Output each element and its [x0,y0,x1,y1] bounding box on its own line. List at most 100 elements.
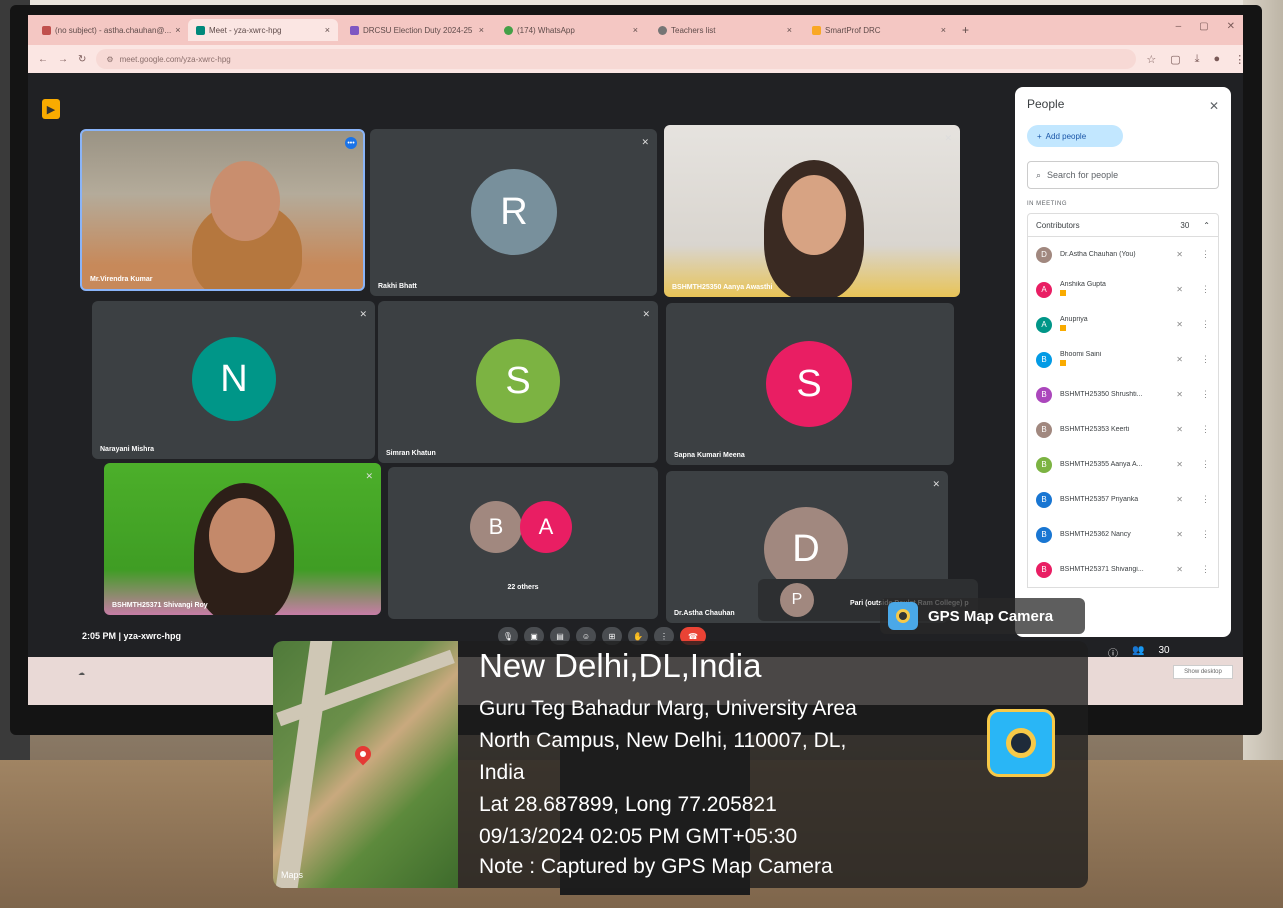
video-tile[interactable]: ✕ BSHMTH25371 Shivangi Roy [104,463,381,615]
avatar-initial: B [1041,460,1047,469]
participant-row[interactable]: B BSHMTH25362 Nancy ✕ ⋮ [1028,517,1218,552]
site-info-icon[interactable]: ⚙ [106,55,113,64]
download-icon[interactable]: ⤓ [1195,53,1200,66]
avatar-initial: R [500,190,528,233]
face [210,161,280,241]
avatar: B [1036,456,1052,473]
participant-row[interactable]: B BSHMTH25355 Aanya A... ✕ ⋮ [1028,447,1218,482]
more-options-icon[interactable]: ••• [345,137,357,149]
participant-row[interactable]: B BSHMTH25350 Shrushti... ✕ ⋮ [1028,377,1218,412]
mic-off-icon: ✕ [1176,355,1183,364]
video-tile[interactable]: ••• Mr.Virendra Kumar [80,129,365,291]
participant-tile[interactable]: N ✕ Narayani Mishra [92,301,375,459]
avatar: B [1036,421,1052,438]
participant-name: Mr.Virendra Kumar [90,276,153,283]
face [782,175,846,255]
add-people-button[interactable]: + Add people [1027,125,1123,147]
participant-name: Dr.Astha Chauhan (You) [1060,251,1136,258]
close-icon[interactable]: × [941,25,946,35]
show-desktop-button[interactable]: Show desktop [1173,665,1233,679]
panel-title: People [1027,97,1065,111]
browser-tab[interactable]: Teachers list × [650,19,800,41]
avatar-initial: S [505,359,531,402]
more-vert-icon[interactable]: ⋮ [1201,319,1210,330]
menu-icon[interactable]: ⋮ [1234,53,1243,66]
participant-name: BSHMTH25362 Nancy [1060,531,1131,538]
participant-name: Anshika Gupta [1060,281,1168,298]
participant-name: Rakhi Bhatt [378,283,417,290]
map-pin-icon [351,742,375,766]
participant-tile[interactable]: R ✕ Rakhi Bhatt [370,129,657,296]
bookmark-star-icon[interactable]: ☆ [1146,53,1156,66]
participant-row[interactable]: A Anshika Gupta ✕ ⋮ [1028,272,1218,307]
participant-row[interactable]: A Anupriya ✕ ⋮ [1028,307,1218,342]
participant-name-text: Bhoomi Saini [1060,351,1102,358]
video-tile[interactable]: ✕ BSHMTH25350 Aanya Awasthi [664,125,960,297]
minimize-icon[interactable]: – [1176,21,1182,32]
reload-icon[interactable]: ↻ [78,54,86,65]
more-vert-icon[interactable]: ⋮ [1201,249,1210,260]
close-icon[interactable]: × [633,25,638,35]
close-icon[interactable]: × [479,25,484,35]
participant-tile[interactable]: S Sapna Kumari Meena [666,303,954,465]
new-tab-button[interactable]: + [962,23,969,37]
participant-row[interactable]: B BSHMTH25357 Priyanka ✕ ⋮ [1028,482,1218,517]
more-vert-icon[interactable]: ⋮ [1201,529,1210,540]
participant-list: D Dr.Astha Chauhan (You) ✕ ⋮ A Anshika Gupta… [1027,237,1219,588]
participant-name: BSHMTH25357 Priyanka [1060,496,1139,503]
avatar: A [1036,281,1052,298]
close-window-icon[interactable]: ✕ [1227,21,1235,32]
mic-off-icon: ✕ [1176,285,1183,294]
mic-off-icon: ✕ [1176,530,1183,539]
more-vert-icon[interactable]: ⋮ [1201,494,1210,505]
browser-tab[interactable]: (174) WhatsApp × [496,19,646,41]
search-people-input[interactable]: ⌕ Search for people [1027,161,1219,189]
maximize-icon[interactable]: ▢ [1199,21,1208,32]
tab-label: (no subject) - astha.chauhan@... [55,25,172,35]
back-icon[interactable]: ← [38,54,48,65]
more-vert-icon[interactable]: ⋮ [1201,284,1210,295]
gmail-icon [42,25,51,35]
forward-icon[interactable]: → [58,54,68,65]
participant-name: Dr.Astha Chauhan [674,610,735,617]
gps-camera-icon [888,602,918,630]
browser-tab[interactable]: SmartProf DRC × [804,19,954,41]
whatsapp-icon [504,25,513,35]
avatar-initial: A [538,514,554,539]
url-field[interactable]: ⚙ meet.google.com/yza-xwrc-hpg [96,49,1137,69]
participant-name: BSHMTH25371 Shivangi... [1060,566,1144,573]
mic-off-icon: ✕ [1176,250,1183,259]
close-icon[interactable]: × [787,25,792,35]
participant-row[interactable]: B Bhoomi Saini ✕ ⋮ [1028,342,1218,377]
close-icon[interactable]: × [325,25,330,35]
chevron-up-icon[interactable]: ⌃ [1203,221,1210,230]
avatar: B [1036,526,1052,543]
mic-off-icon: ✕ [365,471,373,481]
tab-label: SmartProf DRC [825,25,881,35]
more-vert-icon[interactable]: ⋮ [1201,424,1210,435]
close-icon[interactable]: ✕ [1209,99,1219,113]
participant-tile[interactable]: S ✕ Simran Khatun [378,301,658,463]
gps-datetime: 09/13/2024 02:05 PM GMT+05:30 [479,825,798,848]
participant-tile-group[interactable]: B A 22 others [388,467,658,619]
browser-tab[interactable]: DRCSU Election Duty 2024-25 × [342,19,492,41]
weather-icon[interactable]: ☁ [78,669,85,677]
search-icon: ⌕ [1036,169,1042,180]
contributors-header[interactable]: Contributors 30 ⌃ [1027,213,1219,237]
more-vert-icon[interactable]: ⋮ [1201,459,1210,470]
avatar: A [1036,316,1052,333]
extensions-icon[interactable]: ▢ [1170,53,1180,66]
browser-tab-active[interactable]: Meet - yza-xwrc-hpg × [188,19,338,41]
participant-row[interactable]: B BSHMTH25371 Shivangi... ✕ ⋮ [1028,552,1218,587]
participant-row[interactable]: B BSHMTH25353 Keerti ✕ ⋮ [1028,412,1218,447]
browser-tab[interactable]: (no subject) - astha.chauhan@... × [34,19,184,41]
mic-off-icon: ✕ [359,309,367,319]
close-icon[interactable]: × [175,25,180,35]
participant-name: BSHMTH25355 Aanya A... [1060,461,1143,468]
profile-icon[interactable]: ● [1214,53,1221,66]
participant-row[interactable]: D Dr.Astha Chauhan (You) ✕ ⋮ [1028,237,1218,272]
tab-label: Meet - yza-xwrc-hpg [209,25,282,35]
more-vert-icon[interactable]: ⋮ [1201,564,1210,575]
more-vert-icon[interactable]: ⋮ [1201,354,1210,365]
more-vert-icon[interactable]: ⋮ [1201,389,1210,400]
